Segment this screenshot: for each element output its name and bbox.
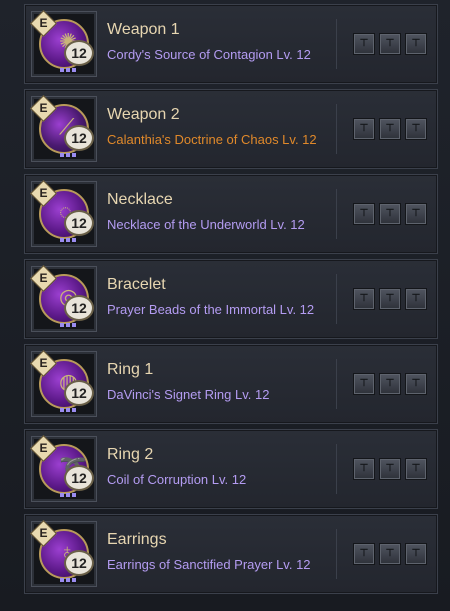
enhance-dot (66, 68, 70, 72)
rune-slot-icon[interactable]: ⊤ (353, 203, 375, 225)
equipment-row[interactable]: ◌ E 12 Necklace Necklace of the Underworld L… (24, 174, 438, 254)
equipment-row[interactable]: ✺ E 12 Weapon 1 Cordy's Source of Contagion … (24, 4, 438, 84)
rune-slot-icon[interactable]: ⊤ (405, 33, 427, 55)
enhance-dot (72, 323, 76, 327)
rune-slot-icon[interactable]: ⊤ (379, 288, 401, 310)
item-slot-name: Weapon 1 (107, 21, 180, 38)
enhance-dot (60, 68, 64, 72)
item-slot-name: Bracelet (107, 276, 166, 293)
equipped-letter: E (39, 271, 48, 285)
equipment-row[interactable]: ➰E12Ring 2Coil of Corruption Lv. 12⊤⊤⊤ (24, 429, 438, 509)
enhance-dots (60, 578, 76, 582)
enhance-dot (66, 493, 70, 497)
equipment-row[interactable]: ♁ E 12 Earrings Earrings of Sanctified Praye… (24, 514, 438, 594)
enhance-dot (66, 153, 70, 157)
rune-slot-icon[interactable]: ⊤ (379, 203, 401, 225)
rune-slot-icon[interactable]: ⊤ (405, 373, 427, 395)
rune-slots: ⊤ ⊤ ⊤ (336, 529, 429, 579)
rune-slot-icon[interactable]: ⊤ (353, 373, 375, 395)
enhance-dot (72, 153, 76, 157)
rune-slot-icon[interactable]: ⊤ (379, 543, 401, 565)
item-icon-frame[interactable]: ⟋ E 12 (30, 95, 97, 162)
rune-slot-icon[interactable]: ⊤ (353, 288, 375, 310)
item-icon-frame[interactable]: ◍ E 12 (30, 350, 97, 417)
rune-slot-icon[interactable]: ⊤ (379, 118, 401, 140)
equipped-letter: E (39, 101, 48, 115)
enhance-dots (60, 323, 76, 327)
item-slot-name: Necklace (107, 191, 173, 208)
enhance-dots (60, 493, 76, 497)
item-icon-frame[interactable]: ◌ E 12 (30, 180, 97, 247)
rune-slots: ⊤ ⊤ ⊤ (336, 359, 429, 409)
enhance-dot (66, 578, 70, 582)
item-slot-name: Ring 1 (107, 361, 154, 378)
rune-slot-icon[interactable]: ⊤ (405, 118, 427, 140)
enhance-dot (66, 323, 70, 327)
item-description: Calanthia's Doctrine of Chaos Lv. 12 (107, 132, 317, 147)
equipped-letter: E (39, 526, 48, 540)
item-description: Prayer Beads of the Immortal Lv. 12 (107, 302, 315, 317)
item-slot-name: Ring 2 (107, 446, 154, 463)
rune-slot-icon[interactable]: ⊤ (405, 288, 427, 310)
equipped-letter: E (39, 356, 48, 370)
enhance-dot (60, 408, 64, 412)
rune-slot-icon[interactable]: ⊤ (353, 118, 375, 140)
enhance-dots (60, 68, 76, 72)
rune-slot-icon[interactable]: ⊤ (405, 203, 427, 225)
rune-slot-icon[interactable]: ⊤ (379, 33, 401, 55)
item-description: Earrings of Sanctified Prayer Lv. 12 (107, 557, 311, 572)
level-badge: 12 (64, 550, 94, 576)
equipped-letter: E (39, 441, 48, 455)
enhance-dot (60, 238, 64, 242)
enhance-dot (60, 493, 64, 497)
item-icon-frame[interactable]: ✺ E 12 (30, 10, 97, 77)
rune-slot-icon[interactable]: ⊤ (379, 373, 401, 395)
rune-slots: ⊤ ⊤ ⊤ (336, 274, 429, 324)
equipped-letter: E (39, 16, 48, 30)
item-description: Necklace of the Underworld Lv. 12 (107, 217, 305, 232)
rune-slot-icon[interactable]: ⊤ (405, 543, 427, 565)
item-icon-frame[interactable]: ♁ E 12 (30, 520, 97, 587)
enhance-dot (66, 238, 70, 242)
item-slot-name: Earrings (107, 531, 167, 548)
level-badge: 12 (64, 380, 94, 406)
equipment-row[interactable]: ◎ E 12 Bracelet Prayer Beads of the Immortal… (24, 259, 438, 339)
enhance-dot (72, 578, 76, 582)
enhance-dots (60, 408, 76, 412)
equipment-panel: ✺ E 12 Weapon 1 Cordy's Source of Contagion … (0, 0, 450, 611)
rune-slots: ⊤ ⊤ ⊤ (336, 104, 429, 154)
level-badge: 12 (64, 125, 94, 151)
rune-slots: ⊤ ⊤ ⊤ (336, 189, 429, 239)
item-description: Cordy's Source of Contagion Lv. 12 (107, 47, 311, 62)
item-icon-frame[interactable]: ◎ E 12 (30, 265, 97, 332)
enhance-dots (60, 238, 76, 242)
rune-slot-icon[interactable]: ⊤ (353, 33, 375, 55)
item-description: Coil of Corruption Lv. 12 (107, 472, 247, 487)
enhance-dot (66, 408, 70, 412)
enhance-dot (72, 68, 76, 72)
item-slot-name: Weapon 2 (107, 106, 180, 123)
level-badge: 12 (64, 210, 94, 236)
item-icon-frame[interactable]: ➰E12 (30, 435, 97, 502)
rune-slot-icon[interactable]: ⊤ (353, 458, 375, 480)
level-badge: 12 (64, 295, 94, 321)
enhance-dot (60, 153, 64, 157)
enhance-dot (72, 408, 76, 412)
equipped-letter: E (39, 186, 48, 200)
enhance-dot (60, 578, 64, 582)
rune-slots: ⊤ ⊤ ⊤ (336, 444, 429, 494)
enhance-dot (60, 323, 64, 327)
level-badge: 12 (64, 40, 94, 66)
enhance-dot (72, 493, 76, 497)
rune-slot-icon[interactable]: ⊤ (353, 543, 375, 565)
item-description: DaVinci's Signet Ring Lv. 12 (107, 387, 270, 402)
enhance-dot (72, 238, 76, 242)
rune-slot-icon[interactable]: ⊤ (405, 458, 427, 480)
equipment-row[interactable]: ◍ E 12 Ring 1 DaVinci's Signet Ring Lv. 12 ⊤ ⊤… (24, 344, 438, 424)
level-badge: 12 (64, 465, 94, 491)
rune-slots: ⊤ ⊤ ⊤ (336, 19, 429, 69)
enhance-dots (60, 153, 76, 157)
equipment-row[interactable]: ⟋ E 12 Weapon 2 Calanthia's Doctrine of Chao… (24, 89, 438, 169)
rune-slot-icon[interactable]: ⊤ (379, 458, 401, 480)
